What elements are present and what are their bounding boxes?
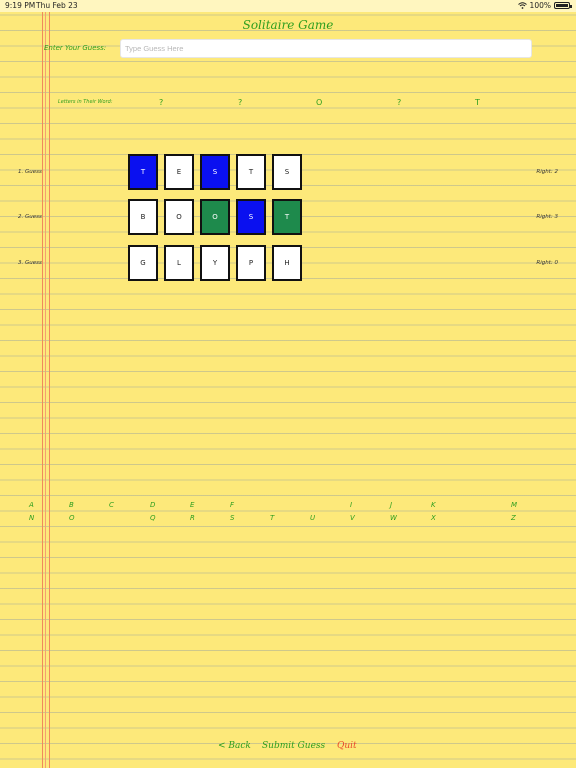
- letter-tile: O: [164, 199, 194, 235]
- letter-slot: ?: [397, 98, 402, 107]
- alphabet-letter: B: [69, 501, 74, 509]
- alphabet-letter: T: [270, 514, 275, 522]
- alphabet-letter: F: [230, 501, 235, 509]
- alphabet-letter: C: [109, 501, 114, 509]
- letter-tile: E: [164, 154, 194, 190]
- status-right: 100%: [517, 1, 572, 10]
- letter-tile: H: [272, 245, 302, 281]
- guess-input[interactable]: [120, 39, 532, 58]
- letter-slot: O: [316, 98, 323, 107]
- guess-label: Enter Your Guess:: [44, 44, 107, 52]
- alphabet-letter: U: [310, 514, 316, 522]
- alphabet-letter: D: [150, 501, 156, 509]
- quit-button[interactable]: Quit: [337, 741, 357, 751]
- battery-icon: [554, 2, 572, 9]
- alphabet-letter: N: [29, 514, 35, 522]
- alphabet-letter: K: [431, 501, 436, 509]
- letter-slot: ?: [238, 98, 243, 107]
- alphabet-letter: X: [431, 514, 436, 522]
- back-button[interactable]: < Back: [218, 741, 251, 751]
- alphabet-letter: M: [511, 501, 518, 509]
- letter-tile: G: [128, 245, 158, 281]
- guess-row-label: 3. Guess: [18, 260, 42, 266]
- letters-label: Letters in Their Word:: [58, 99, 113, 105]
- letter-tile: L: [164, 245, 194, 281]
- alphabet-letter: J: [390, 501, 393, 509]
- letter-tile: T: [128, 154, 158, 190]
- page-title: Solitaire Game: [242, 18, 334, 32]
- alphabet-letter: O: [69, 514, 75, 522]
- letter-tile: B: [128, 199, 158, 235]
- status-time: 9:19 PM: [5, 1, 36, 10]
- margin-line: [45, 12, 46, 768]
- letter-tile: T: [272, 199, 302, 235]
- letter-slot: T: [475, 98, 480, 107]
- alphabet-letter: S: [230, 514, 235, 522]
- letter-tile: P: [236, 245, 266, 281]
- letter-tile: S: [272, 154, 302, 190]
- right-count: Right: 2: [536, 169, 558, 175]
- alphabet-letter: I: [350, 501, 353, 509]
- right-count: Right: 3: [536, 214, 558, 220]
- letter-slot: ?: [159, 98, 164, 107]
- alphabet-letter: W: [390, 514, 397, 522]
- letter-tile: S: [200, 154, 230, 190]
- alphabet-letter: Z: [511, 514, 516, 522]
- submit-guess-button[interactable]: Submit Guess: [262, 741, 325, 751]
- guess-row-label: 2. Guess: [18, 214, 42, 220]
- letter-tile: S: [236, 199, 266, 235]
- status-date: Thu Feb 23: [36, 1, 78, 10]
- letter-tile: O: [200, 199, 230, 235]
- guess-row-label: 1. Guess: [18, 169, 42, 175]
- letter-tile: T: [236, 154, 266, 190]
- margin-line: [42, 12, 43, 768]
- battery-percent: 100%: [529, 1, 551, 10]
- letter-tile: Y: [200, 245, 230, 281]
- status-bar: 9:19 PM Thu Feb 23 100%: [0, 0, 576, 12]
- wifi-icon: [517, 2, 527, 9]
- margin-line: [49, 12, 50, 768]
- alphabet-letter: R: [190, 514, 195, 522]
- alphabet-letter: Q: [150, 514, 156, 522]
- alphabet-letter: A: [29, 501, 34, 509]
- alphabet-letter: V: [350, 514, 355, 522]
- right-count: Right: 0: [536, 260, 558, 266]
- alphabet-letter: E: [190, 501, 195, 509]
